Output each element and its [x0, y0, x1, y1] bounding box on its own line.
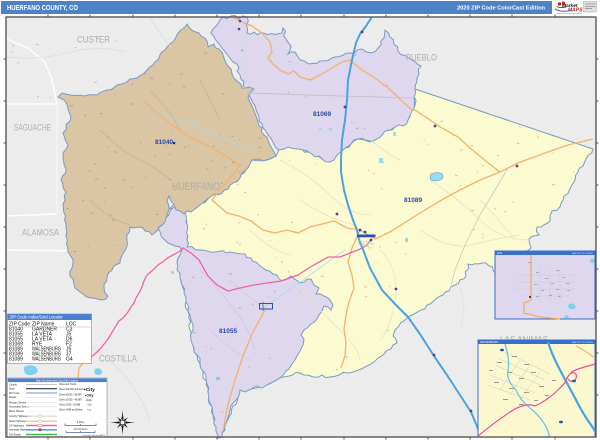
svg-text:ZIP Code Index/Grid Locator: ZIP Code Index/Grid Locator: [10, 315, 64, 320]
svg-text:Cities 4,999 and Below: Cities 4,999 and Below: [59, 409, 83, 412]
svg-text:▪City: ▪City: [84, 387, 95, 393]
svg-text:ZIP Code: ZIP Code: [9, 392, 20, 395]
svg-text:HUERFANO: HUERFANO: [172, 181, 220, 193]
svg-text:State Highways: State Highways: [9, 420, 27, 423]
svg-text:HUERFANO COUNTY, CO: HUERFANO COUNTY, CO: [7, 5, 78, 12]
svg-text:ALAMOSA: ALAMOSA: [22, 228, 60, 239]
svg-text:81089: 81089: [404, 197, 422, 204]
svg-text:8 Miles: 8 Miles: [77, 422, 85, 424]
svg-text:Roads: Roads: [9, 396, 17, 399]
svg-text:81069: 81069: [313, 111, 331, 118]
svg-text:Cities 50,000 - 99,999: Cities 50,000 - 99,999: [59, 394, 82, 397]
svg-text:CUSTER: CUSTER: [77, 35, 110, 46]
svg-text:▪City: ▪City: [86, 398, 92, 402]
svg-text:Map Symbols and Color Key Lege: Map Symbols and Color Key Legend: [36, 378, 79, 382]
svg-text:81040: 81040: [155, 139, 173, 146]
svg-text:Cities and Towns: Cities and Towns: [59, 383, 77, 386]
svg-text:MAP NOT TO SCALE: MAP NOT TO SCALE: [572, 252, 594, 255]
svg-text:State: State: [9, 388, 15, 391]
svg-text:PUEBLO: PUEBLO: [406, 53, 437, 64]
svg-text:Cities 5,000 - 24,999: Cities 5,000 - 24,999: [59, 404, 81, 407]
svg-text:WALSENBURG: WALSENBURG: [480, 340, 498, 344]
svg-text:2020 ZIP Code ColorCast Editio: 2020 ZIP Code ColorCast Edition: [457, 6, 546, 12]
svg-text:▪City: ▪City: [85, 393, 94, 397]
svg-text:County: County: [9, 383, 18, 386]
svg-text:12 Kilometers: 12 Kilometers: [73, 428, 88, 431]
svg-text:Cities 10,000 - 49,999: Cities 10,000 - 49,999: [59, 399, 82, 402]
svg-text:▪City: ▪City: [87, 404, 93, 407]
svg-text:MAP NOT TO SCALE: MAP NOT TO SCALE: [572, 341, 594, 344]
svg-text:Primary Streets: Primary Streets: [9, 401, 27, 404]
svg-text:G4: G4: [66, 357, 73, 363]
svg-text:Minor Streets: Minor Streets: [9, 410, 25, 413]
svg-text:WALSENBURG: WALSENBURG: [32, 357, 61, 363]
svg-text:81055: 81055: [219, 328, 237, 335]
svg-text:SAGUACHE: SAGUACHE: [14, 123, 51, 134]
svg-text:81089: 81089: [9, 357, 23, 363]
svg-text:Toll Roads: Toll Roads: [9, 433, 21, 436]
svg-text:COSTILLA: COSTILLA: [99, 354, 138, 365]
svg-text:Cities 100,000 and Above: Cities 100,000 and Above: [59, 388, 86, 391]
svg-text:RYE: RYE: [497, 251, 503, 255]
svg-text:US Highways: US Highways: [9, 424, 25, 427]
